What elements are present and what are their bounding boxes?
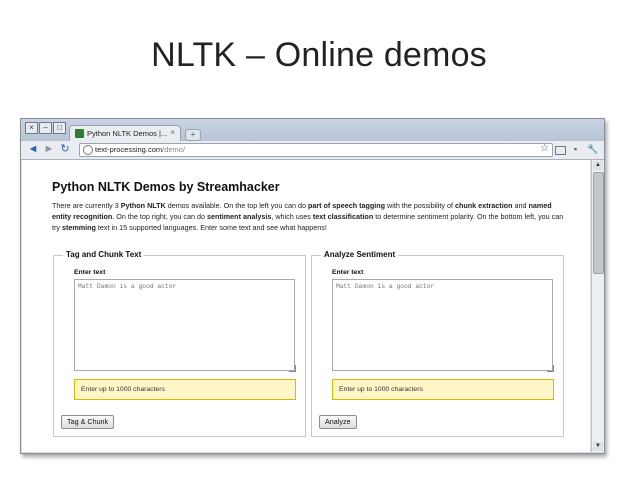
analyze-button[interactable]: Analyze [319,415,357,429]
tag-and-chunk-button[interactable]: Tag & Chunk [61,415,115,429]
forward-arrow-icon[interactable]: ► [43,143,55,155]
tab-title: Python NLTK Demos |... [87,129,168,138]
character-limit-hint: Enter up to 1000 characters [74,379,296,400]
browser-window: × – □ Python NLTK Demos |... × + ◄ ► ↻ t… [20,118,605,454]
address-bar[interactable]: text-processing.com/demo/ ☆ [79,143,553,157]
page-viewport: Python NLTK Demos by Streamhacker There … [22,160,590,452]
analyze-sentiment-panel: Analyze Sentiment Enter text Matt Damon … [311,250,564,437]
globe-icon [83,145,93,155]
vertical-scrollbar[interactable]: ▲ ▼ [591,160,604,452]
intro-paragraph: There are currently 3 Python NLTK demos … [52,201,564,232]
enter-text-label: Enter text [74,269,106,276]
maximize-window-button[interactable]: □ [53,122,66,134]
panel-legend: Analyze Sentiment [321,250,399,259]
back-arrow-icon[interactable]: ◄ [27,143,39,155]
scroll-down-arrow-icon[interactable]: ▼ [593,442,603,451]
wrench-icon[interactable]: 🔧 [587,144,598,154]
resize-grip-icon[interactable] [547,365,554,372]
scroll-up-arrow-icon[interactable]: ▲ [593,161,603,170]
new-tab-button[interactable]: + [185,129,201,141]
reload-icon[interactable]: ↻ [59,143,71,155]
panel-legend: Tag and Chunk Text [63,250,145,259]
character-limit-hint: Enter up to 1000 characters [332,379,554,400]
page-menu-icon[interactable]: ▪ [570,144,581,154]
slide-title: NLTK – Online demos [151,36,487,74]
browser-toolbar: ◄ ► ↻ text-processing.com/demo/ ☆ ▪ 🔧 [21,141,604,160]
bookmark-star-icon[interactable]: ☆ [540,143,549,155]
page-heading: Python NLTK Demos by Streamhacker [52,180,280,194]
extension-icon[interactable] [555,146,566,155]
tag-and-chunk-panel: Tag and Chunk Text Enter text Matt Damon… [53,250,306,437]
enter-text-label: Enter text [332,269,364,276]
tag-chunk-text-input[interactable]: Matt Damon is a good actor [74,279,295,371]
resize-grip-icon[interactable] [289,365,296,372]
site-favicon-icon [75,129,84,138]
tab-close-icon[interactable]: × [170,128,175,137]
sentiment-text-input[interactable]: Matt Damon is a good actor [332,279,553,371]
minimize-window-button[interactable]: – [39,122,52,134]
url-text: text-processing.com/demo/ [95,145,186,154]
browser-tab[interactable]: Python NLTK Demos |... × [69,125,181,142]
close-window-button[interactable]: × [25,122,38,134]
scrollbar-thumb[interactable] [593,172,604,274]
title-bar: × – □ Python NLTK Demos |... × + [21,119,604,142]
